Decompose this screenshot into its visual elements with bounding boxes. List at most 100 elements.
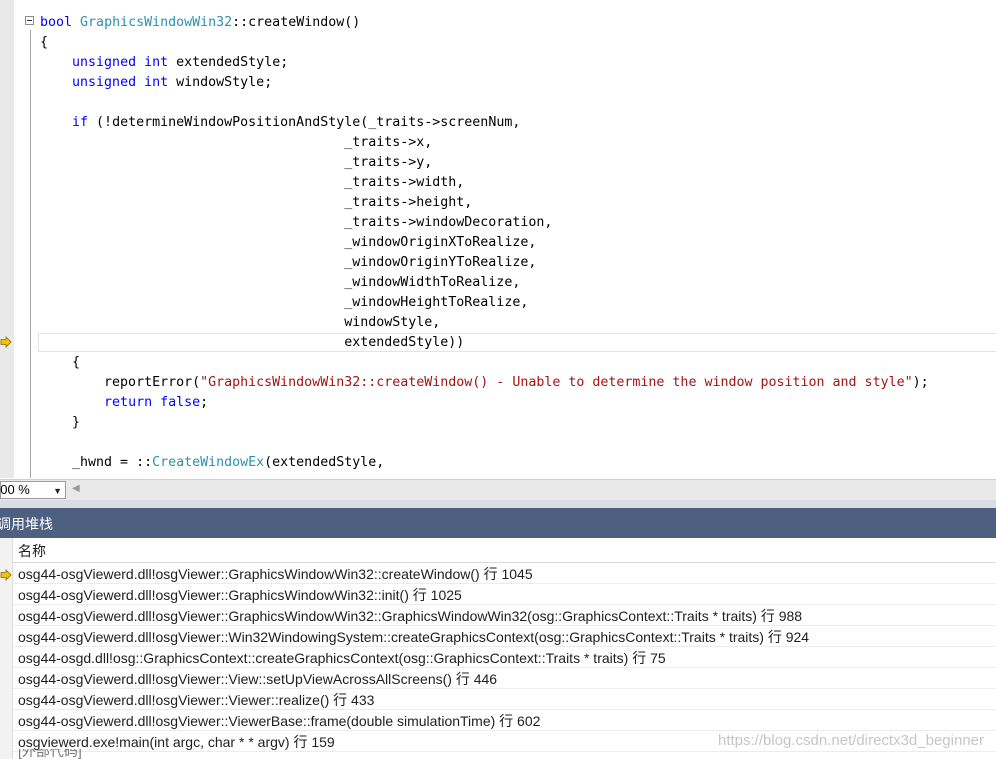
code-line[interactable]: _windowWidthToRealize, — [40, 273, 929, 293]
code-token: } — [40, 415, 81, 430]
call-stack-panel: 名称 osg44-osgViewerd.dll!osgViewer::Graph… — [0, 538, 996, 759]
stack-frame-row[interactable]: osg44-osgViewerd.dll!osgViewer::Graphics… — [13, 584, 996, 605]
collapse-toggle-icon[interactable] — [25, 16, 34, 25]
code-text[interactable]: bool GraphicsWindowWin32::createWindow()… — [40, 13, 929, 473]
code-line[interactable]: { — [40, 33, 929, 53]
code-token: reportError( — [40, 375, 201, 390]
code-token: _traits->width, — [40, 175, 465, 190]
stack-frame-label: osg44-osgd.dll!osg::GraphicsContext::cre… — [18, 650, 666, 666]
current-frame-arrow-icon — [0, 569, 12, 581]
code-token: (extendedStyle, — [264, 455, 385, 470]
stack-frame-label: osg44-osgViewerd.dll!osgViewer::Win32Win… — [18, 629, 810, 645]
code-line[interactable]: unsigned int windowStyle; — [40, 73, 929, 93]
column-header-name[interactable]: 名称 — [13, 538, 996, 563]
code-line[interactable]: _windowHeightToRealize, — [40, 293, 929, 313]
zoom-level-dropdown[interactable]: 100 % ▼ — [0, 481, 66, 499]
stack-frame-row[interactable]: osg44-osgViewerd.dll!osgViewer::Graphics… — [13, 563, 996, 584]
code-line[interactable]: extendedStyle)) — [40, 333, 929, 353]
code-keyword: if — [72, 115, 89, 130]
code-type-name: GraphicsWindowWin32 — [80, 15, 233, 30]
code-token: { — [40, 355, 81, 370]
watermark-text: https://blog.csdn.net/directx3d_beginner — [717, 732, 984, 749]
code-line[interactable]: if (!determineWindowPositionAndStyle(_tr… — [40, 113, 929, 133]
code-token: _traits->y, — [40, 155, 433, 170]
code-token: ::createWindow() — [232, 15, 361, 30]
stack-frame-label: osg44-osgViewerd.dll!osgViewer::Graphics… — [18, 608, 803, 624]
code-line[interactable] — [40, 433, 929, 453]
code-line[interactable]: windowStyle, — [40, 313, 929, 333]
code-line[interactable]: } — [40, 413, 929, 433]
call-stack-title: 调用堆栈 — [0, 516, 53, 532]
scroll-left-icon[interactable]: ◀ — [72, 483, 80, 494]
stack-frame-row[interactable]: osg44-osgViewerd.dll!osgViewer::ViewerBa… — [13, 710, 996, 731]
code-token: _hwnd = :: — [40, 455, 153, 470]
code-line[interactable]: bool GraphicsWindowWin32::createWindow() — [40, 13, 929, 33]
code-line[interactable] — [40, 93, 929, 113]
code-line[interactable]: reportError("GraphicsWindowWin32::create… — [40, 373, 929, 393]
code-keyword: int — [144, 55, 169, 70]
outline-guide — [30, 30, 31, 478]
code-line[interactable]: _traits->height, — [40, 193, 929, 213]
code-token: ; — [200, 395, 209, 410]
code-line[interactable]: _traits->x, — [40, 133, 929, 153]
execution-pointer-icon — [0, 336, 12, 348]
zoom-level-value: 100 % — [0, 482, 30, 497]
code-line[interactable]: _windowOriginYToRealize, — [40, 253, 929, 273]
code-token: extendedStyle; — [168, 55, 289, 70]
code-line[interactable]: _traits->windowDecoration, — [40, 213, 929, 233]
panel-splitter[interactable] — [0, 500, 996, 508]
code-token: { — [40, 35, 49, 50]
call-stack-title-bar[interactable]: 调用堆栈 — [0, 508, 996, 538]
code-type-name: CreateWindowEx — [152, 455, 265, 470]
stack-frame-row[interactable]: osg44-osgViewerd.dll!osgViewer::Graphics… — [13, 605, 996, 626]
code-editor[interactable]: bool GraphicsWindowWin32::createWindow()… — [0, 0, 996, 478]
code-line[interactable]: _hwnd = ::CreateWindowEx(extendedStyle, — [40, 453, 929, 473]
code-keyword: false — [160, 395, 201, 410]
stack-frame-label: osg44-osgViewerd.dll!osgViewer::ViewerBa… — [18, 713, 541, 729]
code-token: _traits->height, — [40, 195, 473, 210]
code-token: extendedStyle)) — [40, 335, 465, 350]
stack-frame-row[interactable]: osg44-osgViewerd.dll!osgViewer::Viewer::… — [13, 689, 996, 710]
code-line[interactable]: unsigned int extendedStyle; — [40, 53, 929, 73]
horizontal-scrollbar[interactable] — [88, 483, 996, 497]
stack-frame-row[interactable]: osg44-osgd.dll!osg::GraphicsContext::cre… — [13, 647, 996, 668]
code-string: "GraphicsWindowWin32::createWindow() - U… — [200, 375, 913, 390]
code-token: _traits->x, — [40, 135, 433, 150]
code-keyword: bool — [40, 15, 73, 30]
indicator-margin[interactable] — [0, 0, 14, 478]
stack-frame-label: osg44-osgViewerd.dll!osgViewer::Viewer::… — [18, 692, 375, 708]
code-token: ); — [912, 375, 929, 390]
code-keyword: unsigned — [72, 75, 137, 90]
code-token: _windowOriginXToRealize, — [40, 235, 537, 250]
stack-frame-label: osg44-osgViewerd.dll!osgViewer::Graphics… — [18, 566, 533, 582]
stack-frame-row-external[interactable]: [外部代码] — [13, 749, 996, 759]
code-token: _windowWidthToRealize, — [40, 275, 521, 290]
code-token: _windowOriginYToRealize, — [40, 255, 537, 270]
stack-frame-row[interactable]: osg44-osgViewerd.dll!osgViewer::View::se… — [13, 668, 996, 689]
stack-frame-label: osg44-osgViewerd.dll!osgViewer::Graphics… — [18, 587, 462, 603]
chevron-down-icon[interactable]: ▼ — [53, 483, 62, 499]
code-token: _windowHeightToRealize, — [40, 295, 529, 310]
code-keyword: int — [144, 75, 169, 90]
stack-frame-row[interactable]: osg44-osgViewerd.dll!osgViewer::Win32Win… — [13, 626, 996, 647]
code-token: (!determineWindowPositionAndStyle(_trait… — [88, 115, 521, 130]
code-keyword: return — [104, 395, 153, 410]
code-line[interactable]: _traits->width, — [40, 173, 929, 193]
stack-frame-label: [外部代码] — [18, 749, 82, 759]
code-line[interactable]: _windowOriginXToRealize, — [40, 233, 929, 253]
column-header-label: 名称 — [18, 543, 46, 559]
code-line[interactable]: _traits->y, — [40, 153, 929, 173]
code-line[interactable]: { — [40, 353, 929, 373]
selection-margin — [14, 0, 22, 478]
code-token: _traits->windowDecoration, — [40, 215, 553, 230]
code-line[interactable]: return false; — [40, 393, 929, 413]
code-keyword: unsigned — [72, 55, 137, 70]
